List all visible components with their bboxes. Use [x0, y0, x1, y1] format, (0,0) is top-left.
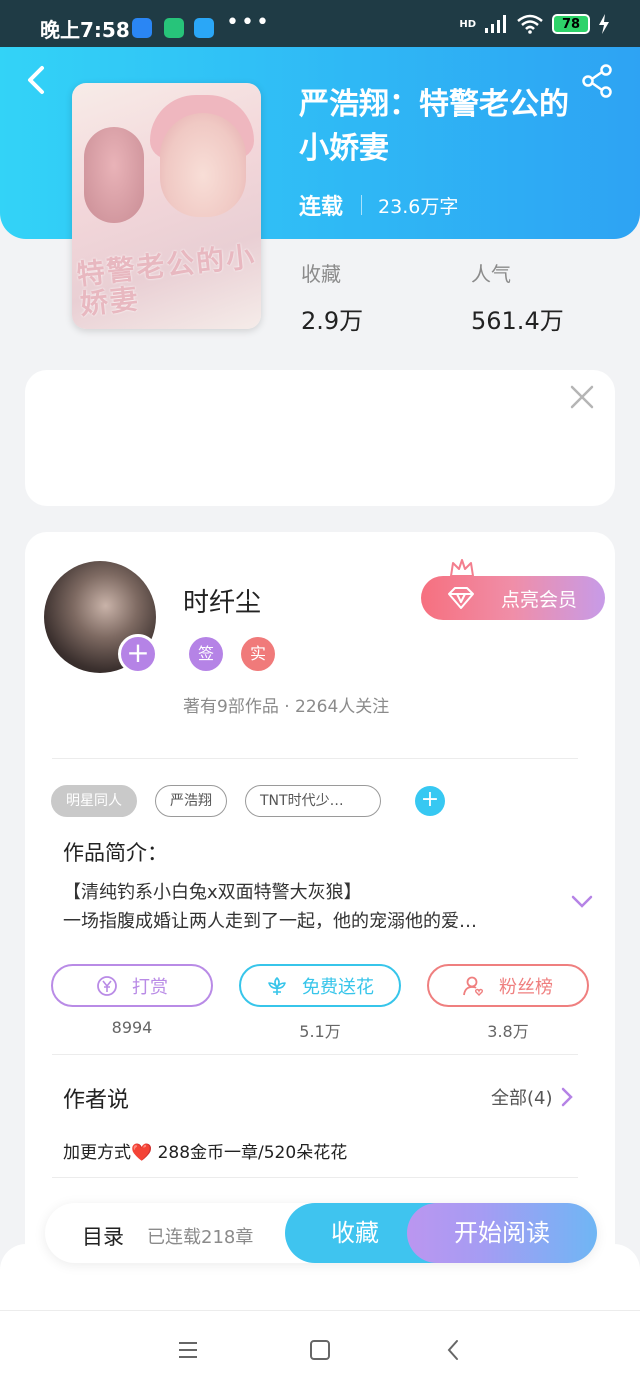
share-icon[interactable] [582, 64, 614, 98]
book-meta: 连载 23.6万字 [299, 189, 458, 221]
chevron-right-icon [561, 1087, 573, 1107]
fan-count: 3.8万 [487, 1022, 529, 1041]
coin-yen-icon [97, 975, 117, 996]
author-note[interactable]: 加更方式❤️ 288金币一章/520朵花花 [63, 1138, 347, 1163]
system-nav-bar [0, 1310, 640, 1387]
signal-icon [485, 15, 506, 33]
close-icon[interactable] [569, 384, 595, 410]
toc-button[interactable]: 目录 [82, 1221, 124, 1251]
send-flower-button[interactable]: 免费送花 [239, 964, 401, 1007]
nav-back-icon[interactable] [442, 1338, 466, 1362]
browser-app-icon [132, 18, 152, 38]
more-notifications-icon: ••• [226, 10, 271, 35]
reward-count: 8994 [111, 1018, 153, 1037]
tag-item[interactable]: 严浩翔 [155, 785, 227, 817]
author-says-title: 作者说 [63, 1088, 130, 1113]
vip-button-label: 点亮会员 [500, 588, 577, 611]
details-card: + 时纤尘 签 实 著有9部作品 · 2264人关注 点亮会员 明星同人 严浩翔… [25, 532, 615, 1292]
battery-indicator: 78 [552, 14, 590, 34]
diamond-icon [448, 587, 474, 609]
verified-badge: 实 [241, 637, 275, 671]
serial-status: 连载 [299, 195, 344, 220]
chapter-count[interactable]: 已连载218章 [147, 1223, 253, 1249]
charging-icon [599, 14, 609, 34]
start-reading-button[interactable]: 开始阅读 [407, 1203, 597, 1263]
stat-popularity: 人气 561.4万 [471, 262, 564, 335]
add-tag-button[interactable]: + [415, 786, 445, 816]
author-stats: 著有9部作品 · 2264人关注 [183, 697, 390, 717]
bottom-action-bar: 目录 已连载218章 收藏 开始阅读 [45, 1203, 597, 1263]
follow-author-button[interactable]: + [118, 634, 158, 674]
cover-title-art: 特警老公的小娇妻 [75, 239, 258, 322]
stat-favorites: 收藏 2.9万 [301, 262, 364, 335]
author-name[interactable]: 时纤尘 [183, 582, 261, 619]
book-cover[interactable]: 特警老公的小娇妻 [72, 83, 261, 329]
chat-app-icon [164, 18, 184, 38]
crown-icon [450, 559, 474, 577]
fan-ranking-button[interactable]: 粉丝榜 [427, 964, 589, 1007]
home-square-icon[interactable] [308, 1338, 332, 1362]
menu-icon[interactable] [176, 1338, 200, 1362]
chevron-down-icon[interactable] [570, 894, 594, 910]
flower-count: 5.1万 [299, 1022, 341, 1041]
tag-item[interactable]: 明星同人 [51, 785, 137, 817]
reward-button[interactable]: 打赏 [51, 964, 213, 1007]
signed-badge: 签 [189, 637, 223, 671]
back-icon[interactable] [22, 62, 52, 98]
wifi-icon [517, 14, 543, 34]
fan-user-icon [463, 976, 484, 996]
video-app-icon [194, 18, 214, 38]
tag-item[interactable]: TNT时代少… [245, 785, 381, 817]
intro-text[interactable]: 【清纯钓系小白兔x双面特警大灰狼】 一场指腹成婚让两人走到了一起，他的宠溺他的爱… [63, 878, 553, 936]
network-hd-label: HD [459, 18, 476, 30]
flower-icon [268, 976, 286, 995]
vip-button[interactable]: 点亮会员 [421, 576, 605, 620]
tag-list: 明星同人 严浩翔 TNT时代少… + [51, 785, 445, 817]
status-bar: 晚上7:58 ••• HD 78 [0, 0, 640, 47]
intro-title: 作品简介： [63, 841, 168, 865]
ad-card [25, 370, 615, 506]
book-title: 严浩翔：特警老公的小娇妻 [299, 87, 569, 166]
word-count: 23.6万字 [378, 195, 459, 218]
author-says-all-link[interactable]: 全部(4) [491, 1084, 573, 1110]
status-time: 晚上7:58 [40, 18, 130, 42]
